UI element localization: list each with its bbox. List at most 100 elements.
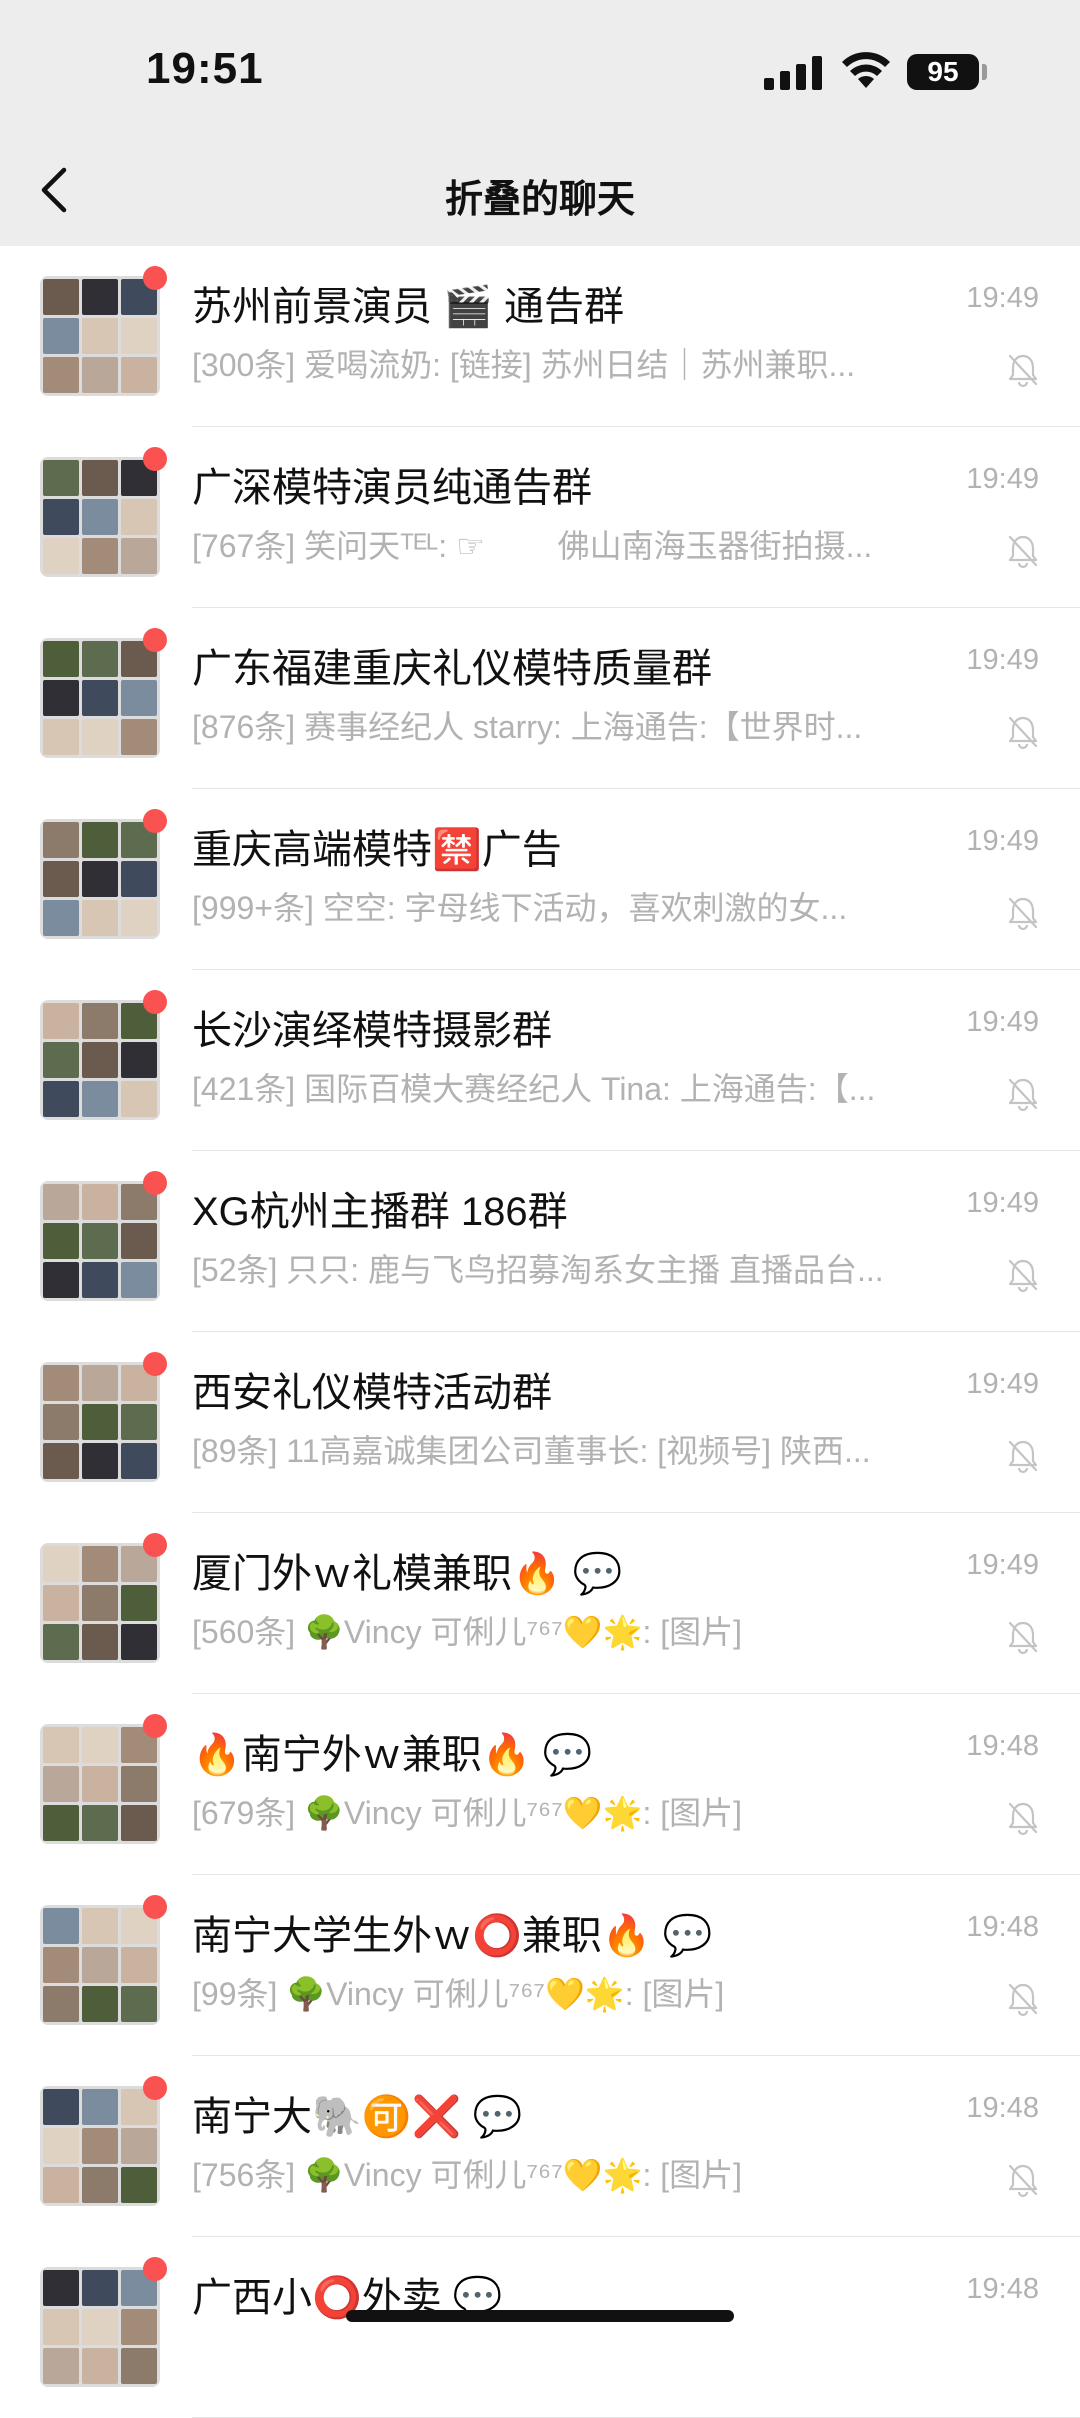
avatar-tile: [121, 2309, 157, 2345]
battery-cap: [982, 64, 987, 80]
avatar-tile: [82, 2128, 118, 2164]
unread-dot: [143, 1171, 167, 1195]
chat-list: 苏州前景演员 🎬 通告群 19:49 [300条] 爱喝流奶: [链接] 苏州日…: [0, 246, 1080, 2418]
avatar-tile: [43, 1404, 79, 1440]
group-avatar: [40, 819, 160, 939]
chat-time: 19:49: [966, 1368, 1039, 1400]
avatar-tile: [82, 1081, 118, 1117]
avatar-tile: [43, 538, 79, 574]
avatar-tile: [82, 1223, 118, 1259]
chat-preview: [52条] 只只: 鹿与飞鸟招募淘系女主播 直播品台...: [192, 1252, 884, 1288]
avatar-tile: [121, 1404, 157, 1440]
mute-bell-icon: [1008, 535, 1038, 569]
avatar-tile: [43, 499, 79, 535]
avatar-tile: [121, 1947, 157, 1983]
avatar-tile: [82, 357, 118, 393]
avatar-tile: [43, 1766, 79, 1802]
avatar-tile: [43, 641, 79, 677]
group-avatar: [40, 2267, 160, 2387]
avatar-tile: [43, 2270, 79, 2306]
avatar-tile: [82, 1003, 118, 1039]
avatar-tile: [82, 1766, 118, 1802]
mute-bell-icon: [1008, 1440, 1038, 1474]
mute-bell-icon: [1008, 897, 1038, 931]
unread-dot: [143, 809, 167, 833]
group-avatar: [40, 276, 160, 396]
avatar-tile: [121, 2348, 157, 2384]
avatar-tile: [43, 2089, 79, 2125]
chat-row[interactable]: 长沙演绎模特摄影群 19:49 [421条] 国际百模大赛经纪人 Tina: 上…: [0, 970, 1080, 1151]
chat-time: 19:49: [966, 644, 1039, 676]
page-title: 折叠的聊天: [444, 179, 635, 221]
group-avatar: [40, 457, 160, 577]
avatar-tile: [82, 641, 118, 677]
chat-row[interactable]: 苏州前景演员 🎬 通告群 19:49 [300条] 爱喝流奶: [链接] 苏州日…: [0, 246, 1080, 427]
home-indicator[interactable]: [346, 2310, 734, 2322]
avatar-tile: [82, 1947, 118, 1983]
avatar-tile: [82, 822, 118, 858]
avatar-tile: [82, 2089, 118, 2125]
unread-dot: [143, 1533, 167, 1557]
chat-preview: [300条] 爱喝流奶: [链接] 苏州日结｜苏州兼职...: [192, 347, 856, 383]
chat-preview: [99条] 🌳Vincy 可俐儿⁷⁶⁷💛🌟: [图片]: [192, 1976, 725, 2012]
chat-preview: [756条] 🌳Vincy 可俐儿⁷⁶⁷💛🌟: [图片]: [192, 2157, 743, 2193]
chat-row[interactable]: 南宁大学生外ｗ⭕兼职🔥 💬 19:48 [99条] 🌳Vincy 可俐儿⁷⁶⁷💛…: [0, 1875, 1080, 2056]
unread-dot: [143, 1895, 167, 1919]
avatar-tile: [43, 1624, 79, 1660]
chat-row[interactable]: 厦门外ｗ礼模兼职🔥 💬 19:49 [560条] 🌳Vincy 可俐儿⁷⁶⁷💛🌟…: [0, 1513, 1080, 1694]
chat-name: 🔥南宁外ｗ兼职🔥 💬: [192, 1733, 593, 1777]
chat-name: XG杭州主播群 186群: [192, 1190, 568, 1234]
avatar-tile: [82, 2348, 118, 2384]
unread-dot: [143, 2257, 167, 2281]
avatar-tile: [82, 1805, 118, 1841]
chat-row[interactable]: 广东福建重庆礼仪模特质量群 19:49 [876条] 赛事经纪人 starry:…: [0, 608, 1080, 789]
avatar-tile: [43, 822, 79, 858]
avatar-tile: [43, 1443, 79, 1479]
chat-name: 广东福建重庆礼仪模特质量群: [192, 647, 712, 691]
avatar-tile: [43, 357, 79, 393]
chat-time: 19:48: [966, 1730, 1039, 1762]
chat-row[interactable]: 南宁大🐘🉑❌ 💬 19:48 [756条] 🌳Vincy 可俐儿⁷⁶⁷💛🌟: […: [0, 2056, 1080, 2237]
avatar-tile: [43, 680, 79, 716]
avatar-tile: [43, 2128, 79, 2164]
avatar-tile: [43, 1805, 79, 1841]
mute-bell-icon: [1008, 354, 1038, 388]
chat-preview: [767条] 笑问天ᵀᴱᴸ: ☞ 佛山南海玉器街拍摄...: [192, 528, 873, 564]
avatar-tile: [82, 279, 118, 315]
unread-dot: [143, 2076, 167, 2100]
group-avatar: [40, 1543, 160, 1663]
chat-name: 苏州前景演员 🎬 通告群: [192, 285, 625, 329]
mute-bell-icon: [1008, 1078, 1038, 1112]
chat-row[interactable]: 广西小⭕外卖 💬 19:48: [0, 2237, 1080, 2418]
avatar-tile: [121, 1081, 157, 1117]
avatar-tile: [82, 538, 118, 574]
avatar-tile: [43, 1546, 79, 1582]
avatar-tile: [121, 1443, 157, 1479]
chat-row[interactable]: 🔥南宁外ｗ兼职🔥 💬 19:48 [679条] 🌳Vincy 可俐儿⁷⁶⁷💛🌟:…: [0, 1694, 1080, 1875]
avatar-tile: [82, 1184, 118, 1220]
avatar-tile: [43, 1223, 79, 1259]
chat-time: 19:49: [966, 1187, 1039, 1219]
avatar-tile: [43, 2167, 79, 2203]
chat-row[interactable]: 重庆高端模特🈲广告 19:49 [999+条] 空空: 字母线下活动，喜欢刺激的…: [0, 789, 1080, 970]
chat-preview: [560条] 🌳Vincy 可俐儿⁷⁶⁷💛🌟: [图片]: [192, 1614, 743, 1650]
chat-row[interactable]: 西安礼仪模特活动群 19:49 [89条] 11高嘉诚集团公司董事长: [视频号…: [0, 1332, 1080, 1513]
avatar-tile: [43, 1042, 79, 1078]
chat-name: 南宁大学生外ｗ⭕兼职🔥 💬: [192, 1914, 713, 1958]
chat-row[interactable]: XG杭州主播群 186群 19:49 [52条] 只只: 鹿与飞鸟招募淘系女主播…: [0, 1151, 1080, 1332]
avatar-tile: [82, 460, 118, 496]
chat-time: 19:48: [966, 2273, 1039, 2305]
chat-time: 19:49: [966, 463, 1039, 495]
chat-name: 南宁大🐘🉑❌ 💬: [192, 2095, 523, 2139]
avatar-tile: [82, 1365, 118, 1401]
chat-row[interactable]: 广深模特演员纯通告群 19:49 [767条] 笑问天ᵀᴱᴸ: ☞ 佛山南海玉器…: [0, 427, 1080, 608]
avatar-tile: [121, 538, 157, 574]
group-avatar: [40, 1905, 160, 2025]
avatar-tile: [43, 1727, 79, 1763]
avatar-tile: [121, 1585, 157, 1621]
mute-bell-icon: [1008, 2164, 1038, 2198]
group-avatar: [40, 1362, 160, 1482]
avatar-tile: [121, 1262, 157, 1298]
chat-preview: [876条] 赛事经纪人 starry: 上海通告:【世界时...: [192, 709, 863, 745]
unread-dot: [143, 628, 167, 652]
